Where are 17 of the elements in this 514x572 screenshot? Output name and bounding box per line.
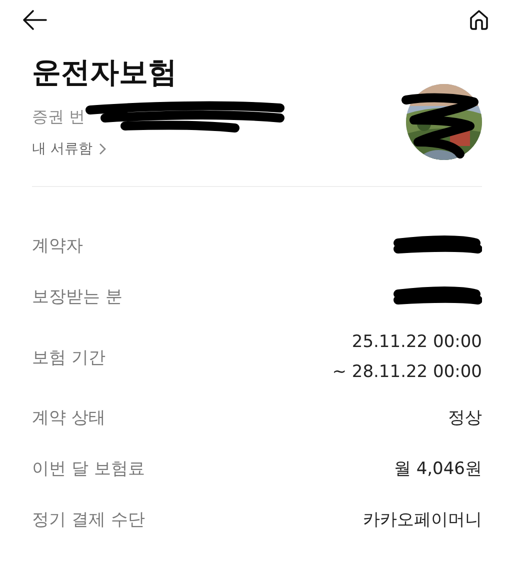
field-label: 계약자 xyxy=(32,235,83,257)
field-value: 카카오페이머니 xyxy=(363,509,482,531)
field-label: 정기 결제 수단 xyxy=(32,509,145,531)
back-icon[interactable] xyxy=(22,8,48,32)
field-value: ~ 28.11.22 00:00 xyxy=(332,362,482,382)
field-label: 계약 상태 xyxy=(32,407,106,429)
field-label: 보험 기간 xyxy=(32,346,106,368)
field-value: 정상 xyxy=(448,407,482,429)
policy-number-label: 증권 번 xyxy=(32,106,86,128)
documents-link[interactable]: 내 서류함 xyxy=(32,140,108,158)
field-label: 이번 달 보험료 xyxy=(32,458,145,480)
field-value: 월 4,046원 xyxy=(394,458,482,480)
page-title: 운전자보험 xyxy=(32,54,178,90)
chevron-right-icon xyxy=(98,142,108,156)
field-label: 보장받는 분 xyxy=(32,286,122,308)
home-icon[interactable] xyxy=(468,8,490,32)
field-value: 25.11.22 00:00 xyxy=(352,332,482,352)
